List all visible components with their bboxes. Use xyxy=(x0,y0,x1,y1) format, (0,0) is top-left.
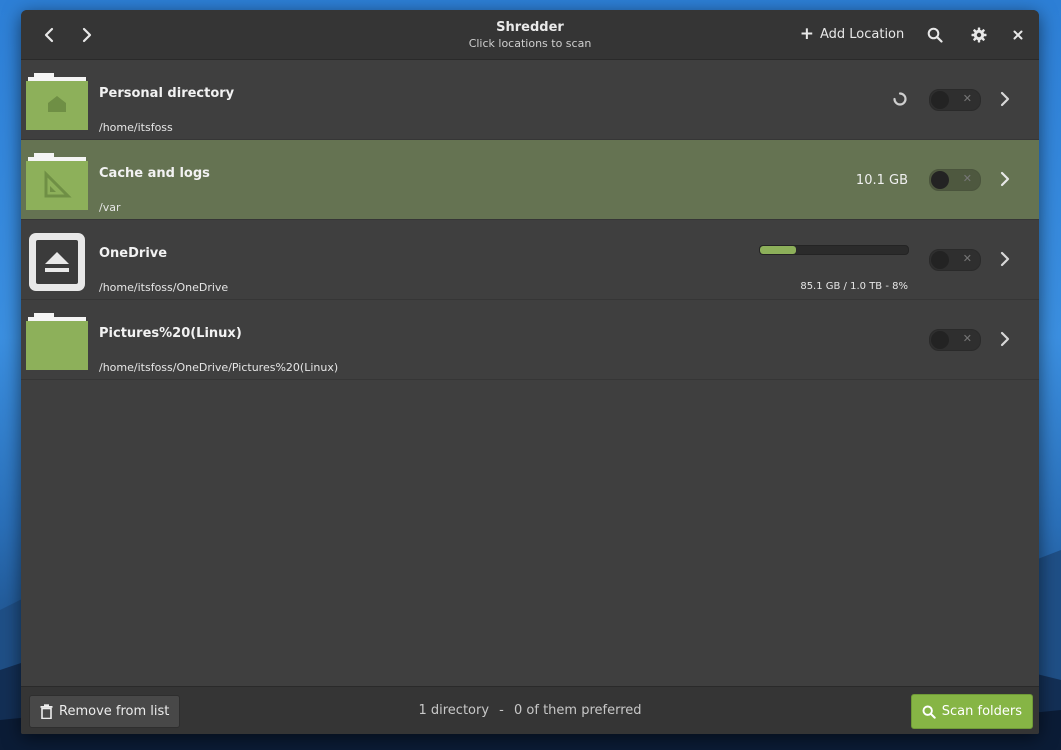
location-path: /home/itsfoss xyxy=(99,121,173,134)
system-folder-icon xyxy=(26,153,88,210)
drive-eject-icon xyxy=(29,233,85,291)
plus-icon: + xyxy=(799,24,814,44)
search-icon xyxy=(922,705,936,719)
home-folder-icon xyxy=(26,73,88,130)
bottom-bar: Remove from list 1 directory - 0 of them… xyxy=(21,686,1039,734)
location-row-pictures[interactable]: Pictures%20(Linux) /home/itsfoss/OneDriv… xyxy=(21,300,1039,380)
status-separator: - xyxy=(499,703,504,718)
chevron-right-icon[interactable] xyxy=(994,168,1016,190)
disk-usage-bar xyxy=(759,245,909,255)
chevron-right-icon[interactable] xyxy=(994,88,1016,110)
toggle-off-icon: ✕ xyxy=(962,92,972,105)
toggle-off-icon: ✕ xyxy=(962,332,972,345)
disk-usage-fill xyxy=(760,246,796,254)
preferred-toggle[interactable]: ✕ xyxy=(929,89,981,111)
shredder-window: Shredder Click locations to scan + Add L… xyxy=(21,10,1039,734)
spinner-icon xyxy=(893,92,907,106)
location-row-onedrive[interactable]: OneDrive /home/itsfoss/OneDrive 85.1 GB … xyxy=(21,220,1039,300)
location-path: /home/itsfoss/OneDrive/Pictures%20(Linux… xyxy=(99,361,339,374)
folder-icon xyxy=(26,313,88,370)
location-name: Cache and logs xyxy=(99,166,210,181)
location-name: OneDrive xyxy=(99,246,168,261)
add-location-label: Add Location xyxy=(819,27,905,42)
gear-icon xyxy=(971,27,987,42)
location-path: /home/itsfoss/OneDrive xyxy=(99,281,229,294)
status-text: 1 directory - 0 of them preferred xyxy=(21,703,1039,718)
location-row-cache[interactable]: Cache and logs /var 10.1 GB ✕ xyxy=(21,140,1039,220)
add-location-button[interactable]: + Add Location xyxy=(799,10,905,59)
chevron-right-icon[interactable] xyxy=(994,328,1016,350)
toggle-knob xyxy=(931,91,949,109)
chevron-right-icon[interactable] xyxy=(994,248,1016,270)
scan-folders-label: Scan folders xyxy=(941,704,1022,719)
search-button[interactable] xyxy=(921,10,949,59)
toggle-knob xyxy=(931,251,949,269)
location-size: 10.1 GB xyxy=(855,173,908,188)
preferred-toggle[interactable]: ✕ xyxy=(929,329,981,351)
location-path: /var xyxy=(99,201,121,214)
search-icon xyxy=(927,27,943,43)
toggle-off-icon: ✕ xyxy=(962,252,972,265)
close-button[interactable] xyxy=(1005,10,1031,59)
settings-button[interactable] xyxy=(965,10,993,59)
close-icon xyxy=(1013,30,1023,39)
toggle-knob xyxy=(931,171,949,189)
preferred-toggle[interactable]: ✕ xyxy=(929,169,981,191)
preferred-toggle[interactable]: ✕ xyxy=(929,249,981,271)
toggle-off-icon: ✕ xyxy=(962,172,972,185)
header-bar: Shredder Click locations to scan + Add L… xyxy=(21,10,1039,60)
disk-usage-text: 85.1 GB / 1.0 TB - 8% xyxy=(800,281,908,292)
location-name: Pictures%20(Linux) xyxy=(99,326,242,341)
location-name: Personal directory xyxy=(99,86,235,101)
scan-folders-button[interactable]: Scan folders xyxy=(910,694,1033,729)
location-row-personal[interactable]: Personal directory /home/itsfoss ✕ xyxy=(21,60,1039,140)
status-preferred: 0 of them preferred xyxy=(514,703,642,718)
toggle-knob xyxy=(931,331,949,349)
status-count: 1 directory xyxy=(418,703,490,718)
